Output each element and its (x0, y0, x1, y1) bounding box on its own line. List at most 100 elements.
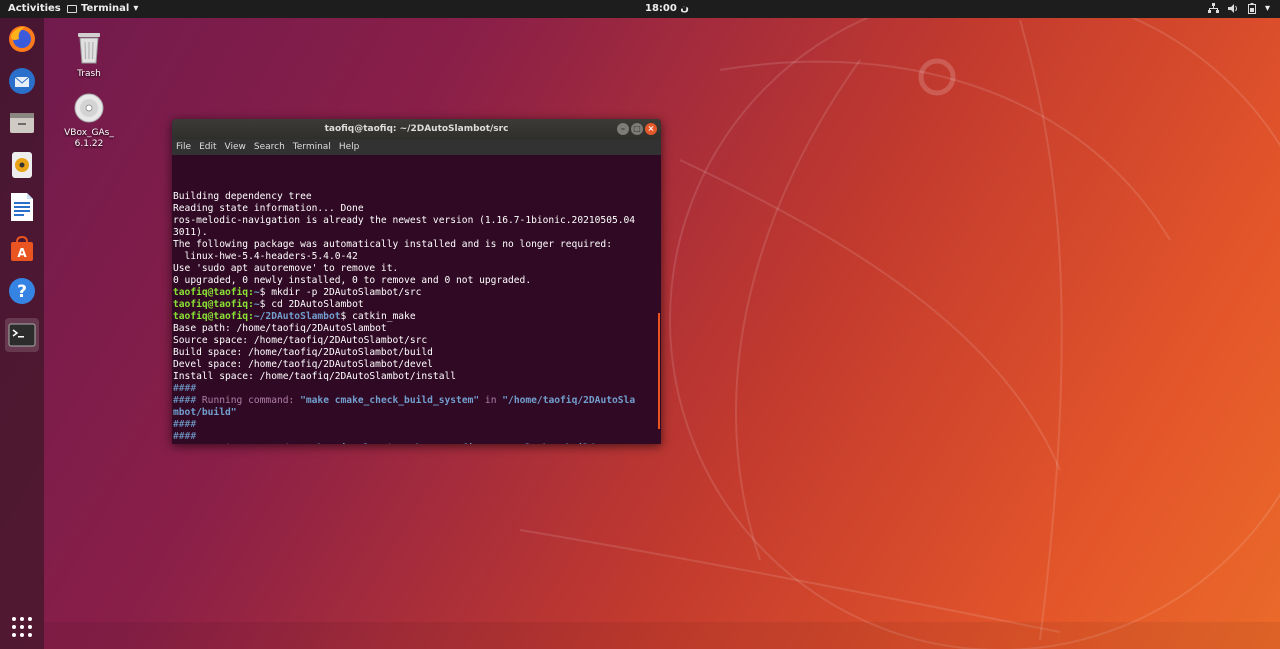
files-icon (10, 113, 34, 133)
volume-icon (1227, 4, 1237, 13)
vbox-label: VBox_GAs_ 6.1.22 (59, 128, 119, 150)
system-tray[interactable]: ▾ (1207, 3, 1270, 14)
dock-thunderbird[interactable] (5, 64, 39, 98)
prompt-path: ~/2DAutoSlambot (253, 311, 341, 322)
minimize-icon: – (621, 124, 625, 133)
help-icon: ? (9, 278, 35, 304)
output-text: Install space: /home/taofiq/2DAutoSlambo… (173, 371, 457, 382)
terminal-line: #### Running command: "make cmake_check_… (173, 395, 661, 407)
close-button[interactable]: × (645, 123, 657, 135)
firefox-icon (9, 26, 35, 52)
output-text: ros-melodic-navigation is already the ne… (173, 215, 636, 226)
maximize-button[interactable]: □ (631, 123, 643, 135)
trash-label: Trash (77, 69, 101, 79)
menu-view[interactable]: View (225, 142, 246, 152)
menu-file[interactable]: File (176, 142, 191, 152)
path-quoted: "/home/taofiq/2DAutoSla (502, 395, 636, 406)
dock-software[interactable]: A (5, 232, 39, 266)
menu-edit[interactable]: Edit (199, 142, 216, 152)
window-title: taofiq@taofiq: ~/2DAutoSlambot/src (324, 124, 509, 134)
command-text: $ catkin_make (340, 311, 416, 322)
build-hash: #### (173, 431, 197, 442)
output-text: Base path: /home/taofiq/2DAutoSlambot (173, 323, 387, 334)
top-bar: Activities Terminal ▾ ن 18:00 ▾ (0, 0, 1280, 18)
terminal-window[interactable]: taofiq@taofiq: ~/2DAutoSlambot/src – □ ×… (172, 119, 661, 444)
terminal-line: Build space: /home/taofiq/2DAutoSlambot/… (173, 347, 661, 359)
output-text: 3011). (173, 227, 208, 238)
prompt-user: taofiq@taofiq (173, 299, 249, 310)
menu-search[interactable]: Search (254, 142, 285, 152)
minimize-button[interactable]: – (617, 123, 629, 135)
terminal-mini-icon (67, 4, 77, 13)
terminal-line: #### (173, 419, 661, 431)
app-menu-label: Terminal (81, 3, 130, 14)
svg-text:?: ? (17, 282, 27, 302)
terminal-output[interactable]: Building dependency tree Reading state in… (172, 155, 661, 444)
dock: A ? (0, 18, 44, 649)
output-text: The following package was automatically … (173, 239, 612, 250)
show-apps-icon (12, 617, 32, 637)
menu-help[interactable]: Help (339, 142, 360, 152)
path-quoted: "/home/taofiq/2DAutoSlambot/build" (404, 443, 600, 444)
dock-show-apps[interactable] (5, 610, 39, 644)
terminal-line: #### (173, 383, 661, 395)
window-buttons: – □ × (617, 123, 657, 135)
network-icon (1207, 3, 1219, 13)
terminal-line: 3011). (173, 227, 661, 239)
terminal-line: Building dependency tree (173, 191, 661, 203)
terminal-line: Source space: /home/taofiq/2DAutoSlambot… (173, 335, 661, 347)
chevron-down-icon: ▾ (133, 3, 139, 14)
terminal-line: #### (173, 431, 661, 443)
output-text: linux-hwe-5.4-headers-5.4.0-42 (173, 251, 358, 262)
terminal-icon (8, 323, 36, 347)
build-hash: #### (173, 443, 202, 444)
optical-disc-icon (74, 93, 104, 123)
terminal-line: mbot/build" (173, 407, 661, 419)
dock-rhythmbox[interactable] (5, 148, 39, 182)
clock[interactable]: ن 18:00 (645, 3, 689, 14)
battery-icon (1247, 3, 1256, 14)
dock-files[interactable] (5, 106, 39, 140)
maximize-icon: □ (633, 124, 641, 133)
dock-writer[interactable] (5, 190, 39, 224)
vbox-label-line2: 6.1.22 (74, 139, 104, 149)
build-hash: #### (173, 419, 197, 430)
desktop-trash[interactable]: Trash (59, 30, 119, 80)
app-menu[interactable]: Terminal ▾ (67, 3, 138, 14)
software-center-icon: A (11, 235, 33, 261)
output-text: Source space: /home/taofiq/2DAutoSlambot… (173, 335, 428, 346)
terminal-menubar: File Edit View Search Terminal Help (172, 139, 661, 155)
terminal-line: taofiq@taofiq:~/2DAutoSlambot$ catkin_ma… (173, 311, 661, 323)
terminal-line: Use 'sudo apt autoremove' to remove it. (173, 263, 661, 275)
terminal-line: taofiq@taofiq:~$ cd 2DAutoSlambot (173, 299, 661, 311)
output-text: 0 upgraded, 0 newly installed, 0 to remo… (173, 275, 532, 286)
command-quoted: "make -j1 -l1" (300, 443, 381, 444)
running-command-label: Running command: (201, 395, 301, 406)
desktop-vbox-disc[interactable]: VBox_GAs_ 6.1.22 (59, 93, 119, 150)
dock-help[interactable]: ? (5, 274, 39, 308)
dock-terminal[interactable] (5, 318, 39, 352)
activities-button[interactable]: Activities (8, 3, 61, 14)
terminal-line: taofiq@taofiq:~$ mkdir -p 2DAutoSlambot/… (173, 287, 661, 299)
vbox-label-line1: VBox_GAs_ (64, 128, 114, 138)
thunderbird-icon (9, 68, 35, 94)
close-icon: × (647, 124, 655, 133)
dock-firefox[interactable] (5, 22, 39, 56)
command-text: $ mkdir -p 2DAutoSlambot/src (259, 287, 422, 298)
scrollbar-thumb[interactable] (658, 313, 660, 429)
command-text: $ cd 2DAutoSlambot (259, 299, 364, 310)
terminal-titlebar[interactable]: taofiq@taofiq: ~/2DAutoSlambot/src – □ × (172, 119, 661, 139)
terminal-line: #### Running command: "make -j1 -l1" in … (173, 443, 661, 444)
terminal-line: Base path: /home/taofiq/2DAutoSlambot (173, 323, 661, 335)
svg-text:A: A (17, 246, 27, 260)
libreoffice-writer-icon (11, 193, 33, 221)
chevron-down-icon: ▾ (1264, 3, 1270, 14)
path-quoted-continued: mbot/build" (173, 407, 237, 418)
terminal-line: ros-melodic-navigation is already the ne… (173, 215, 661, 227)
prompt-user: taofiq@taofiq (173, 311, 249, 322)
output-text: Build space: /home/taofiq/2DAutoSlambot/… (173, 347, 433, 358)
menu-terminal[interactable]: Terminal (293, 142, 331, 152)
rhythmbox-icon (12, 152, 32, 178)
in-label: in (479, 395, 503, 406)
terminal-line: 0 upgraded, 0 newly installed, 0 to remo… (173, 275, 661, 287)
